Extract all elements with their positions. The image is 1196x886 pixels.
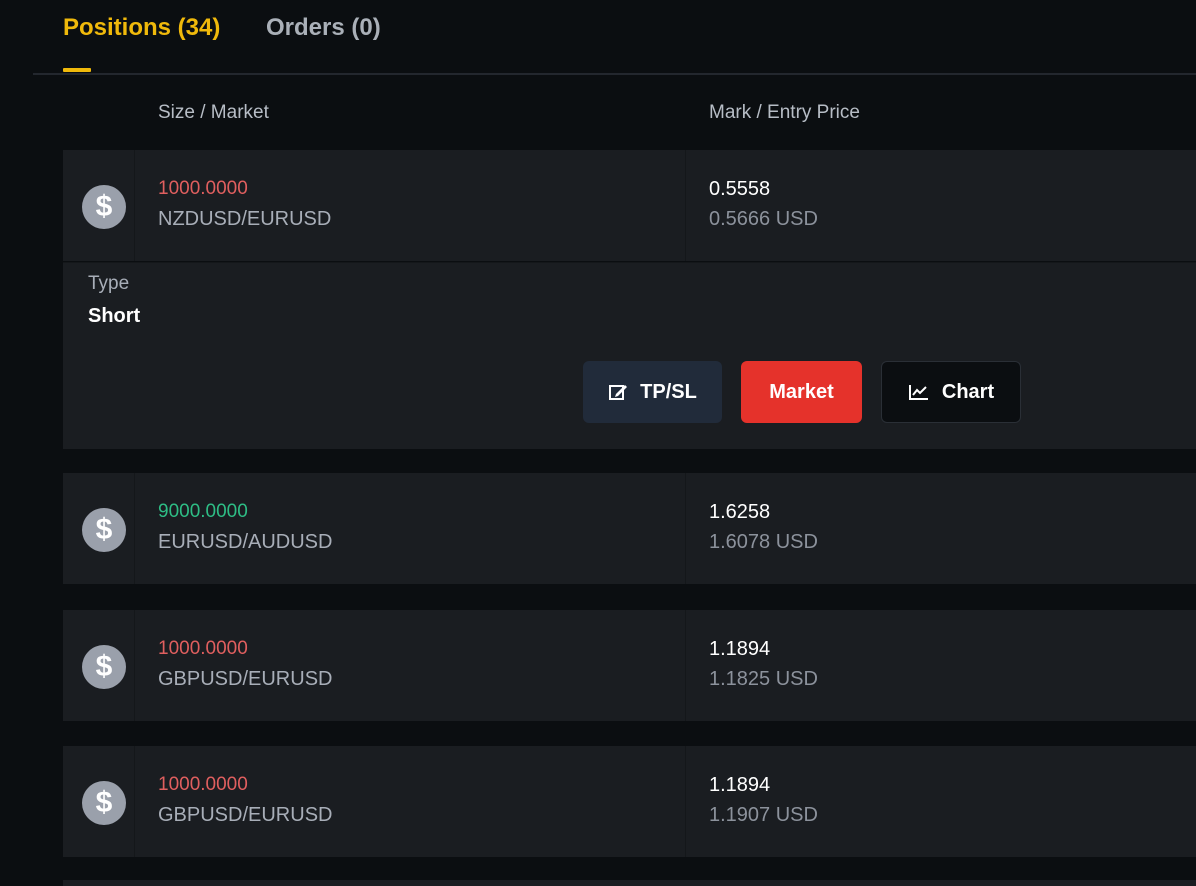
- position-size: 1000.0000: [158, 774, 248, 795]
- mark-price: 1.1894: [709, 774, 771, 796]
- position-market: GBPUSD/EURUSD: [158, 804, 333, 826]
- position-row[interactable]: $ 1000.0000 GBPUSD/EURUSD 1.1894 1.1825 …: [63, 610, 1196, 721]
- market-button-label: Market: [769, 380, 834, 403]
- tab-positions[interactable]: Positions (34): [63, 14, 220, 42]
- tab-bar: Positions (34) Orders (0): [0, 0, 1196, 75]
- position-market: EURUSD/AUDUSD: [158, 531, 333, 553]
- position-row[interactable]: $ 1000.0000 NZDUSD/EURUSD 0.5558 0.5666 …: [63, 150, 1196, 261]
- chart-icon: [908, 383, 930, 401]
- column-header-mark-entry: Mark / Entry Price: [709, 102, 860, 123]
- edit-icon: [608, 382, 628, 402]
- position-row[interactable]: [63, 880, 1196, 886]
- entry-price: 0.5666 USD: [709, 208, 818, 230]
- mark-price: 1.1894: [709, 638, 771, 660]
- position-market: NZDUSD/EURUSD: [158, 208, 332, 230]
- column-header-size-market: Size / Market: [158, 102, 269, 123]
- dollar-icon: $: [82, 508, 126, 552]
- type-label: Type: [88, 273, 130, 294]
- chart-button[interactable]: Chart: [881, 361, 1021, 423]
- mark-price: 1.6258: [709, 501, 771, 523]
- tabs-divider: [33, 73, 1196, 75]
- mark-price: 0.5558: [709, 178, 771, 200]
- tpsl-button[interactable]: TP/SL: [583, 361, 722, 423]
- tpsl-button-label: TP/SL: [640, 380, 697, 403]
- entry-price: 1.6078 USD: [709, 531, 818, 553]
- dollar-icon: $: [82, 645, 126, 689]
- dollar-icon: $: [82, 781, 126, 825]
- position-row[interactable]: $ 1000.0000 GBPUSD/EURUSD 1.1894 1.1907 …: [63, 746, 1196, 857]
- chart-button-label: Chart: [941, 380, 995, 403]
- position-size: 9000.0000: [158, 501, 248, 522]
- position-market: GBPUSD/EURUSD: [158, 668, 333, 690]
- tab-orders[interactable]: Orders (0): [266, 14, 381, 42]
- market-close-button[interactable]: Market: [741, 361, 862, 423]
- dollar-icon: $: [82, 185, 126, 229]
- position-details-panel: Type Short TP/SL Market Chart: [63, 262, 1196, 449]
- position-row[interactable]: $ 9000.0000 EURUSD/AUDUSD 1.6258 1.6078 …: [63, 473, 1196, 584]
- position-size: 1000.0000: [158, 638, 248, 659]
- entry-price: 1.1825 USD: [709, 668, 818, 690]
- position-size: 1000.0000: [158, 178, 248, 199]
- entry-price: 1.1907 USD: [709, 804, 818, 826]
- type-value: Short: [88, 305, 141, 327]
- active-tab-indicator: [63, 68, 91, 72]
